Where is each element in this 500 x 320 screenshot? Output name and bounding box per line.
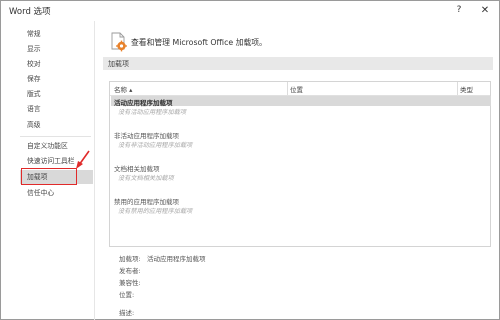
help-button[interactable]: ? (451, 3, 467, 18)
group-empty-text: 没有活动应用程序加载项 (118, 109, 187, 116)
annotation-arrow-icon (76, 150, 90, 169)
group-empty-text: 没有文档相关加载项 (118, 175, 174, 182)
section-title: 加载项 (108, 60, 129, 68)
nav-item-trust-center[interactable]: 信任中心 (20, 186, 93, 200)
nav-item-language[interactable]: 语言 (20, 102, 93, 116)
detail-value-add-in: 活动应用程序加载项 (147, 255, 206, 263)
detail-label-add-in: 加载项: (119, 255, 141, 263)
group-row-disabled[interactable]: 禁用的应用程序加载项 (111, 195, 491, 206)
close-button[interactable]: ✕ (477, 3, 493, 18)
group-title: 活动应用程序加载项 (114, 99, 173, 107)
group-row-inactive[interactable]: 非活动应用程序加载项 (111, 129, 491, 140)
group-title: 文档相关加载项 (114, 165, 160, 173)
detail-label-publisher: 发布者: (119, 267, 141, 275)
annotation-highlight-box (21, 168, 77, 185)
nav-item-advanced[interactable]: 高级 (20, 118, 93, 132)
column-header-name[interactable]: 名称 ▴ (114, 84, 132, 94)
column-header-location[interactable]: 位置 (290, 84, 303, 94)
group-row-document[interactable]: 文档相关加载项 (111, 162, 491, 173)
page-header-text: 查看和管理 Microsoft Office 加载项。 (131, 38, 267, 47)
group-title: 禁用的应用程序加载项 (114, 198, 179, 206)
detail-label-location: 位置: (119, 291, 135, 299)
nav-item-layout[interactable]: 版式 (20, 87, 93, 101)
nav-item-general[interactable]: 常规 (20, 27, 93, 41)
title-bar: Word 选项 ? ✕ (1, 1, 499, 20)
window-title: Word 选项 (9, 7, 51, 17)
add-ins-table[interactable]: 名称 ▴ 位置 类型 活动应用程序加载项 没有活动应用程序加载项 非活动应用程序… (109, 81, 491, 247)
detail-label-description: 描述: (119, 309, 135, 317)
group-empty-text: 没有禁用的应用程序加载项 (118, 208, 193, 215)
group-row-active[interactable]: 活动应用程序加载项 (111, 96, 491, 107)
nav-divider (94, 21, 95, 320)
detail-label-compatibility: 兼容性: (119, 279, 141, 287)
word-options-dialog: Word 选项 ? ✕ 常规 显示 校对 保存 版式 语言 高级 自定义功能区 … (0, 0, 500, 320)
column-header-type[interactable]: 类型 (460, 84, 473, 94)
group-empty-text: 没有非活动应用程序加载项 (118, 142, 193, 149)
column-divider (287, 82, 288, 95)
add-ins-section-header: 加载项 (103, 57, 493, 70)
column-divider (457, 82, 458, 95)
add-ins-gear-icon (111, 32, 127, 52)
nav-separator (20, 136, 91, 137)
nav-item-proofing[interactable]: 校对 (20, 57, 93, 71)
group-title: 非活动应用程序加载项 (114, 132, 179, 140)
nav-item-display[interactable]: 显示 (20, 42, 93, 56)
nav-item-save[interactable]: 保存 (20, 72, 93, 86)
